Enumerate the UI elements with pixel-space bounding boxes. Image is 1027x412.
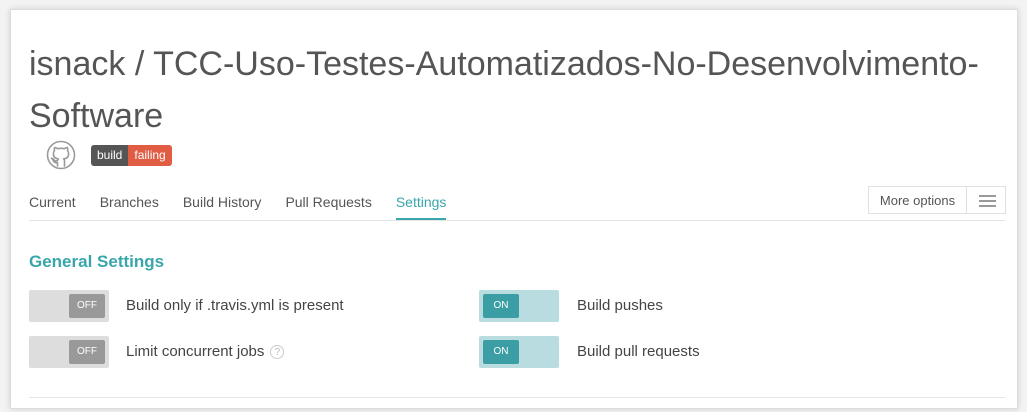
toggle-knob: OFF — [69, 340, 105, 364]
hamburger-icon-bar — [979, 200, 996, 202]
tab-branches[interactable]: Branches — [100, 192, 159, 220]
general-settings-heading: General Settings — [29, 252, 165, 271]
tab-build-history[interactable]: Build History — [183, 192, 262, 220]
toggle-knob: OFF — [69, 294, 105, 318]
toggle-knob: ON — [483, 294, 519, 318]
build-only-travis-yml-toggle[interactable]: OFF — [29, 290, 109, 322]
build-pushes-toggle[interactable]: ON — [479, 290, 559, 322]
setting-label-build-pull-requests: Build pull requests — [577, 343, 700, 360]
github-icon[interactable] — [46, 140, 76, 170]
hamburger-menu-button[interactable] — [966, 186, 1006, 214]
tab-settings[interactable]: Settings — [395, 192, 447, 220]
repo-tabs: Current Branches Build History Pull Requ… — [29, 192, 470, 220]
setting-label-build-pushes: Build pushes — [577, 297, 663, 314]
toggle-knob: ON — [483, 340, 519, 364]
limit-concurrent-jobs-text: Limit concurrent jobs — [126, 343, 265, 360]
badge-status: failing — [128, 145, 172, 166]
help-icon[interactable]: ? — [270, 345, 285, 359]
hamburger-icon-bar — [979, 205, 996, 207]
limit-concurrent-jobs-toggle[interactable]: OFF — [29, 336, 109, 368]
more-options-button[interactable]: More options — [868, 186, 966, 214]
setting-label-build-only-travis-yml: Build only if .travis.yml is present — [126, 297, 344, 314]
tab-current[interactable]: Current — [29, 192, 76, 220]
repo-title[interactable]: isnack / TCC-Uso-Testes-Automatizados-No… — [29, 38, 989, 142]
build-status-badge[interactable]: build failing — [91, 145, 172, 166]
section-divider — [29, 397, 1005, 398]
setting-label-limit-concurrent-jobs: Limit concurrent jobs? — [126, 342, 285, 362]
tab-pull-requests[interactable]: Pull Requests — [285, 192, 371, 220]
repo-settings-panel: isnack / TCC-Uso-Testes-Automatizados-No… — [10, 9, 1018, 409]
tabs-divider — [29, 220, 1005, 221]
hamburger-icon — [979, 195, 996, 197]
build-pull-requests-toggle[interactable]: ON — [479, 336, 559, 368]
badge-label: build — [91, 145, 129, 166]
